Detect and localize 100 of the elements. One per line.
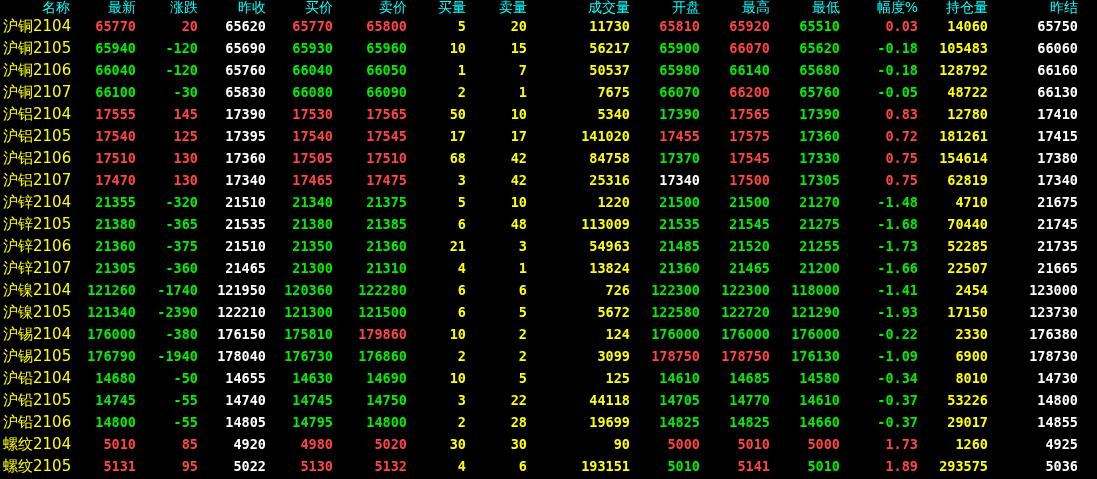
table-cell: 17 <box>449 127 466 145</box>
table-cell: 3 <box>457 391 466 409</box>
table-cell: 65900 <box>659 39 700 57</box>
table-cell: 5022 <box>233 457 266 475</box>
column-header[interactable]: 卖量 <box>499 0 527 15</box>
table-cell: -380 <box>165 325 198 343</box>
table-cell: 2 <box>518 325 527 343</box>
table-cell: 48 <box>510 215 527 233</box>
table-cell: 66050 <box>366 61 407 79</box>
table-cell: 178730 <box>1029 347 1078 365</box>
table-cell: 141020 <box>581 127 630 145</box>
table-cell: 66080 <box>292 83 333 101</box>
table-cell: 14730 <box>1037 369 1078 387</box>
column-header[interactable]: 卖价 <box>379 0 407 15</box>
table-cell: 21340 <box>292 193 333 211</box>
table-cell: 17455 <box>659 127 700 145</box>
column-header[interactable]: 持仓量 <box>946 0 988 15</box>
table-cell: -30 <box>173 83 198 101</box>
table-cell: 95 <box>181 457 198 475</box>
table-cell: 65620 <box>799 39 840 57</box>
table-cell: 21745 <box>1037 215 1078 233</box>
contract-name: 沪锡2104 <box>2 325 72 343</box>
table-cell: 4980 <box>300 435 333 453</box>
table-cell: 14825 <box>729 413 770 431</box>
table-cell: 21675 <box>1037 193 1078 211</box>
table-cell: -120 <box>165 61 198 79</box>
table-cell: 5672 <box>597 303 630 321</box>
table-cell: 65980 <box>659 61 700 79</box>
table-cell: 4 <box>457 457 466 475</box>
table-cell: 178750 <box>721 347 770 365</box>
contract-name: 沪镍2105 <box>2 303 72 321</box>
column-header[interactable]: 最高 <box>742 0 770 15</box>
table-cell: 65800 <box>366 17 407 35</box>
table-cell: 11730 <box>589 17 630 35</box>
table-cell: 17390 <box>799 105 840 123</box>
table-cell: 17330 <box>799 149 840 167</box>
table-cell: 65510 <box>799 17 840 35</box>
table-cell: 2 <box>457 347 466 365</box>
table-cell: 14745 <box>95 391 136 409</box>
table-cell: 65920 <box>729 17 770 35</box>
table-cell: 50537 <box>589 61 630 79</box>
contract-name: 沪锡2105 <box>2 347 72 365</box>
table-cell: 42 <box>510 171 527 189</box>
table-cell: 6 <box>518 457 527 475</box>
column-header[interactable]: 涨跌 <box>170 0 198 15</box>
table-cell: 2 <box>457 83 466 101</box>
table-cell: 4 <box>457 259 466 277</box>
column-header[interactable]: 名称 <box>42 0 70 15</box>
table-cell: 176000 <box>791 325 840 343</box>
table-cell: 21535 <box>659 215 700 233</box>
table-cell: 14770 <box>729 391 770 409</box>
contract-name: 沪铝2106 <box>2 149 72 167</box>
table-cell: 14660 <box>799 413 840 431</box>
table-cell: 4920 <box>233 435 266 453</box>
table-cell: -120 <box>165 39 198 57</box>
column-header[interactable]: 买量 <box>438 0 466 15</box>
table-cell: 122210 <box>217 303 266 321</box>
table-cell: -2390 <box>157 303 198 321</box>
table-cell: -1940 <box>157 347 198 365</box>
table-cell: 21255 <box>799 237 840 255</box>
table-cell: 120360 <box>284 281 333 299</box>
column-header[interactable]: 买价 <box>305 0 333 15</box>
table-cell: 5000 <box>667 435 700 453</box>
table-cell: 21275 <box>799 215 840 233</box>
table-cell: 21380 <box>292 215 333 233</box>
column-header[interactable]: 成交量 <box>588 0 630 15</box>
table-cell: 0.03 <box>885 17 918 35</box>
table-cell: 17505 <box>292 149 333 167</box>
table-cell: 5132 <box>374 457 407 475</box>
table-cell: 14690 <box>366 369 407 387</box>
table-cell: 17530 <box>292 105 333 123</box>
table-cell: 21465 <box>225 259 266 277</box>
contract-name: 沪镍2104 <box>2 281 72 299</box>
table-cell: 17540 <box>95 127 136 145</box>
table-cell: 122280 <box>358 281 407 299</box>
table-cell: 66070 <box>729 39 770 57</box>
table-cell: 5 <box>457 17 466 35</box>
column-header[interactable]: 昨收 <box>238 0 266 15</box>
table-cell: 56217 <box>589 39 630 57</box>
table-cell: 293575 <box>939 457 988 475</box>
column-header[interactable]: 最新 <box>108 0 136 15</box>
table-cell: 66040 <box>95 61 136 79</box>
table-cell: -1740 <box>157 281 198 299</box>
table-cell: 66200 <box>729 83 770 101</box>
table-cell: 14580 <box>799 369 840 387</box>
column-header[interactable]: 开盘 <box>672 0 700 15</box>
table-cell: 1.73 <box>885 435 918 453</box>
column-header[interactable]: 昨结 <box>1050 0 1078 15</box>
table-cell: 125 <box>605 369 630 387</box>
table-cell: 17500 <box>729 171 770 189</box>
table-cell: 65760 <box>225 61 266 79</box>
table-cell: 7675 <box>597 83 630 101</box>
table-cell: 21 <box>449 237 466 255</box>
table-cell: 17545 <box>366 127 407 145</box>
column-header[interactable]: 幅度% <box>876 0 918 15</box>
table-cell: -375 <box>165 237 198 255</box>
table-cell: 0.83 <box>885 105 918 123</box>
table-cell: 176130 <box>791 347 840 365</box>
table-cell: 121500 <box>358 303 407 321</box>
column-header[interactable]: 最低 <box>812 0 840 15</box>
